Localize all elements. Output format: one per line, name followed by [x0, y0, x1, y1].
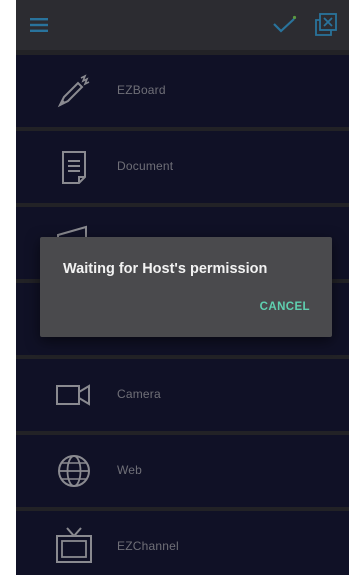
- cancel-button[interactable]: CANCEL: [260, 301, 310, 313]
- permission-dialog: Waiting for Host's permission CANCEL: [40, 237, 332, 337]
- dialog-message: Waiting for Host's permission: [63, 261, 268, 277]
- app-screen: EZBoard Document Camera Web EZChannel Wa…: [16, 0, 349, 575]
